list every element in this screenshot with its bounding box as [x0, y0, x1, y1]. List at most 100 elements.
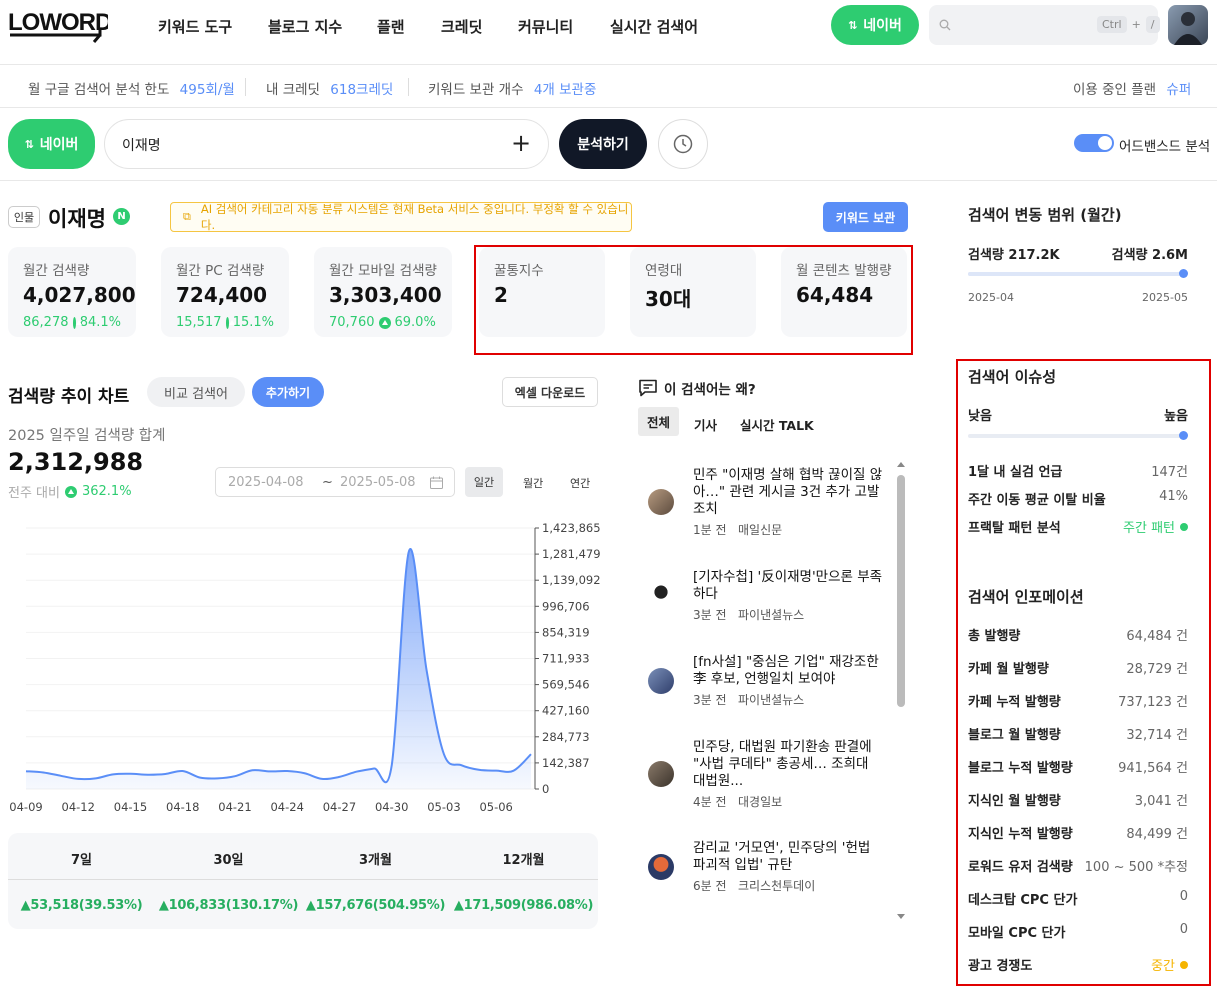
info-key: 블로그 누적 발행량 — [968, 761, 1073, 776]
scroll-up-icon[interactable] — [897, 462, 905, 467]
news-time: 6분 전 — [693, 879, 727, 893]
range-track — [968, 269, 1188, 278]
stat-value: 30대 — [645, 287, 692, 311]
stat-value: 724,400 — [176, 283, 268, 307]
info-value: 32,714 건 — [1126, 728, 1188, 743]
news-thumbnail — [648, 668, 674, 694]
loword-logo[interactable]: LOWORD — [8, 8, 113, 44]
x-tick-label: 04-30 — [375, 800, 408, 814]
stat-change: 15,517 15.1% — [176, 315, 274, 330]
copy-icon: ⧉ — [183, 210, 191, 223]
info-key: 로워드 유저 검색량 — [968, 860, 1073, 875]
advanced-toggle[interactable] — [1074, 134, 1114, 152]
summary-value-12m: ▲171,509(986.08%) — [453, 898, 594, 913]
beta-notice-text: AI 검색어 카테고리 자동 분류 시스템은 현재 Beta 서비스 중입니다.… — [200, 202, 629, 232]
stat-delta: 70,760 — [329, 315, 375, 330]
nav-blog-index[interactable]: 블로그 지수 — [268, 16, 342, 37]
global-search-input[interactable]: Ctrl + / — [929, 5, 1160, 45]
shortcut-slash: / — [1145, 16, 1160, 33]
info-key: 지식인 월 발행량 — [968, 794, 1061, 809]
news-meta: 6분 전 크리스천투데이 — [693, 877, 885, 894]
up-icon — [64, 485, 77, 498]
stat-card-mobile: 월간 모바일 검색량 3,303,400 70,760 69.0% — [314, 247, 452, 337]
range-from: 2025-04 — [968, 291, 1014, 304]
credit-value: 618크레딧 — [330, 82, 394, 98]
compare-keyword-button[interactable]: 비교 검색어 — [147, 377, 245, 407]
chart-line — [25, 548, 532, 784]
avatar[interactable] — [1168, 5, 1208, 45]
plan-value: 슈퍼 — [1166, 82, 1192, 98]
info-row: 카페 누적 발행량 737,123 건 — [968, 691, 1188, 710]
news-scrollbar[interactable] — [896, 462, 906, 920]
y-tick-label: 142,387 — [542, 756, 590, 770]
info-value: 941,564 건 — [1118, 761, 1188, 776]
range-to: 2025-05 — [1142, 291, 1188, 304]
clock-icon — [673, 134, 693, 154]
news-tab-talk[interactable]: 실시간 TALK — [740, 415, 814, 434]
engine-select-button[interactable]: ⇅ 네이버 — [8, 119, 95, 169]
news-tab-articles[interactable]: 기사 — [694, 415, 717, 434]
news-tab-all[interactable]: 전체 — [638, 407, 679, 436]
save-keyword-button[interactable]: 키워드 보관 — [823, 202, 908, 232]
up-icon — [72, 316, 83, 329]
keyword-search-input[interactable]: 이재명 + — [104, 119, 549, 169]
info-key: 광고 경쟁도 — [968, 959, 1033, 974]
date-range-picker[interactable]: 2025-04-08 ~ 2025-05-08 — [215, 467, 455, 497]
keyword-title: 이재명 — [48, 207, 106, 231]
week-over-week: 전주 대비 362.1% — [8, 482, 132, 501]
scroll-down-icon[interactable] — [897, 914, 905, 919]
news-title: 이 검색어는 왜? — [664, 382, 756, 398]
nav-keyword-tool[interactable]: 키워드 도구 — [158, 16, 232, 37]
info-value: 0 — [1179, 922, 1188, 937]
credit-info: 내 크레딧 618크레딧 — [266, 78, 393, 98]
range-marker — [1179, 269, 1188, 278]
period-yearly[interactable]: 연간 — [570, 475, 590, 491]
period-daily[interactable]: 일간 — [465, 467, 503, 497]
plus-icon[interactable]: + — [511, 129, 531, 157]
nav-community[interactable]: 커뮤니티 — [518, 16, 573, 37]
y-tick-label: 1,139,092 — [542, 573, 601, 587]
nav-realtime-search[interactable]: 실시간 검색어 — [610, 16, 698, 37]
news-meta: 4분 전 대경일보 — [693, 793, 885, 810]
credit-label: 내 크레딧 — [266, 82, 320, 98]
scroll-thumb[interactable] — [897, 475, 905, 707]
category-tag: 인물 — [8, 206, 40, 228]
issue-row: 프랙탈 패턴 분석 주간 패턴 — [968, 517, 1188, 536]
nav-plan[interactable]: 플랜 — [377, 16, 405, 37]
stat-card-age: 연령대 30대 — [630, 247, 756, 337]
x-tick-label: 05-03 — [427, 800, 460, 814]
stat-change: 86,278 84.1% — [23, 315, 121, 330]
plan-label: 이용 중인 플랜 — [1073, 82, 1157, 98]
stat-label: 꿀통지수 — [494, 263, 544, 279]
trend-total: 2,312,988 — [8, 448, 144, 476]
status-dot-icon — [1180, 522, 1188, 531]
news-headline: [fn사설] "중심은 기업" 재강조한 李 후보, 언행일치 보여야 — [693, 654, 879, 687]
nav-credit[interactable]: 크레딧 — [441, 16, 482, 37]
engine-naver-label: 네이버 — [863, 18, 902, 34]
info-row: 블로그 누적 발행량 941,564 건 — [968, 757, 1188, 776]
summary-header-12m: 12개월 — [502, 853, 545, 868]
engine-naver-button[interactable]: ⇅ 네이버 — [831, 5, 919, 45]
add-compare-button[interactable]: 추가하기 — [252, 377, 324, 407]
excel-download-button[interactable]: 엑셀 다운로드 — [502, 377, 598, 407]
period-monthly[interactable]: 월간 — [523, 475, 543, 491]
issue-value: 41% — [1159, 489, 1188, 504]
analyze-button[interactable]: 분석하기 — [559, 119, 647, 169]
news-time: 3분 전 — [693, 693, 727, 707]
info-value: 3,041 건 — [1134, 794, 1188, 809]
summary-header-30d: 30일 — [213, 853, 244, 868]
history-button[interactable] — [658, 119, 708, 169]
news-headline: 민주당, 대법원 파기환송 판결에 "사법 쿠데타" 총공세… 조희대 대법원.… — [693, 739, 872, 789]
summary-header-7d: 7일 — [70, 853, 92, 868]
info-row: 지식인 누적 발행량 84,499 건 — [968, 823, 1188, 842]
stat-label: 월간 검색량 — [23, 263, 90, 279]
news-source: 매일신문 — [737, 523, 783, 537]
plan-info: 이용 중인 플랜 슈퍼 — [1073, 78, 1191, 98]
x-tick-label: 04-21 — [218, 800, 251, 814]
y-tick-label: 1,281,479 — [542, 547, 601, 561]
divider — [0, 107, 1217, 108]
news-time: 4분 전 — [693, 795, 727, 809]
news-meta: 3분 전 파이낸셜뉴스 — [693, 606, 885, 623]
range-title: 검색어 변동 범위 (월간) — [968, 206, 1122, 224]
info-key: 블로그 월 발행량 — [968, 728, 1061, 743]
